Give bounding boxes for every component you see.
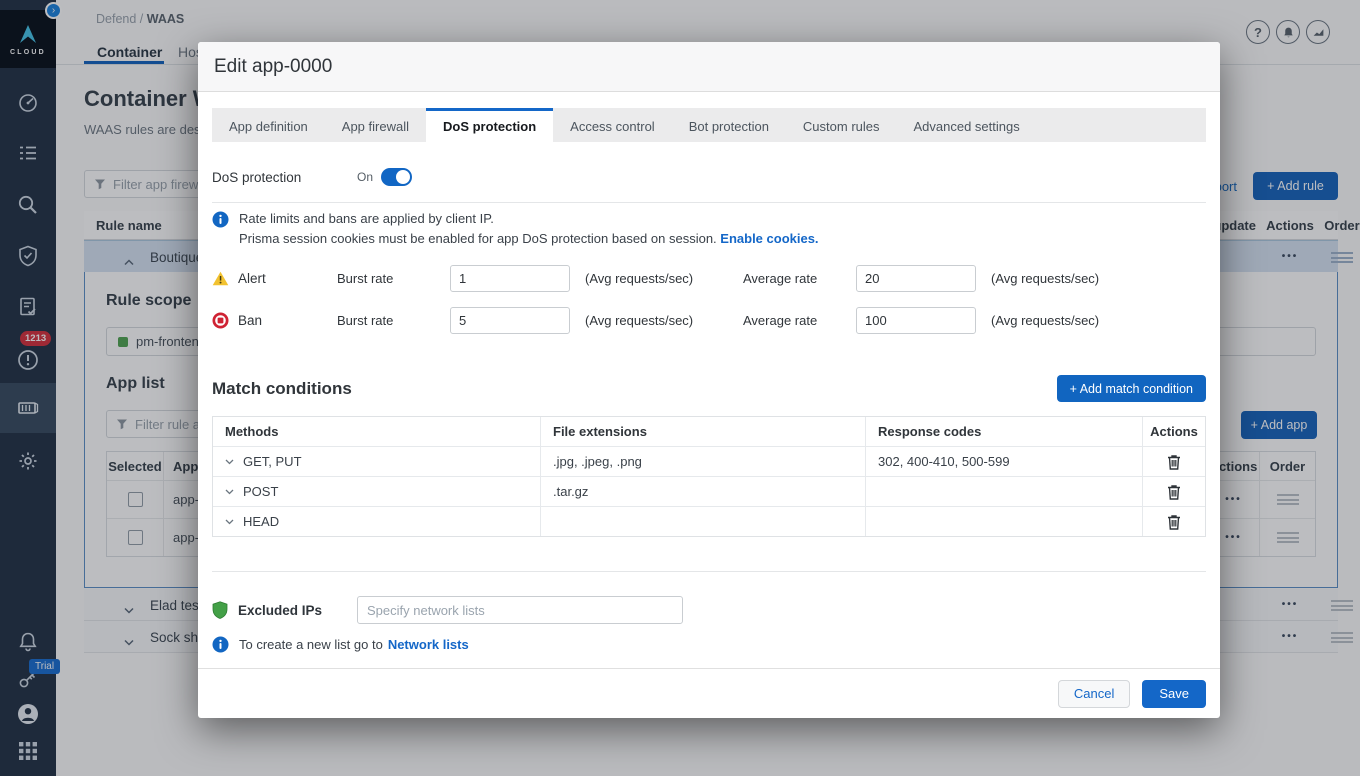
match-row: GET, PUT .jpg, .jpeg, .png 302, 400-410,… — [213, 446, 1205, 476]
tab-dos-protection[interactable]: DoS protection — [426, 108, 553, 142]
ban-icon — [212, 312, 229, 329]
tab-app-definition[interactable]: App definition — [212, 108, 325, 142]
match-conditions-heading: Match conditions — [212, 379, 352, 399]
shield-icon — [212, 601, 228, 619]
ban-row-label: Ban — [238, 313, 262, 328]
divider — [212, 202, 1206, 203]
dos-protection-toggle[interactable] — [381, 168, 412, 186]
burst-rate-label: Burst rate — [337, 271, 450, 286]
ban-burst-rate-input[interactable] — [450, 307, 570, 334]
edit-app-modal: Edit app-0000 App definition App firewal… — [198, 42, 1220, 718]
response-codes-value — [866, 507, 1143, 536]
chevron-down-icon[interactable] — [225, 489, 234, 495]
unit-label: (Avg requests/sec) — [991, 313, 1149, 328]
col-file-extensions: File extensions — [541, 417, 866, 446]
burst-rate-label: Burst rate — [337, 313, 450, 328]
tab-access-control[interactable]: Access control — [553, 108, 672, 142]
add-match-condition-button[interactable]: + Add match condition — [1057, 375, 1206, 402]
delete-icon[interactable] — [1167, 484, 1181, 500]
info-line-1: Rate limits and bans are applied by clie… — [239, 209, 819, 229]
col-methods: Methods — [213, 417, 541, 446]
file-extensions-value: .jpg, .jpeg, .png — [541, 447, 866, 476]
match-row: HEAD — [213, 506, 1205, 536]
col-response-codes: Response codes — [866, 417, 1143, 446]
match-row: POST .tar.gz — [213, 476, 1205, 506]
col-actions: Actions — [1143, 417, 1205, 446]
average-rate-label: Average rate — [743, 313, 856, 328]
file-extensions-value: .tar.gz — [541, 477, 866, 506]
network-lists-link[interactable]: Network lists — [388, 637, 469, 652]
delete-icon[interactable] — [1167, 514, 1181, 530]
toggle-state-label: On — [357, 170, 373, 184]
warning-icon — [212, 271, 229, 286]
unit-label: (Avg requests/sec) — [585, 313, 743, 328]
delete-icon[interactable] — [1167, 454, 1181, 470]
ban-average-rate-input[interactable] — [856, 307, 976, 334]
tab-advanced-settings[interactable]: Advanced settings — [897, 108, 1037, 142]
response-codes-value: 302, 400-410, 500-599 — [866, 447, 1143, 476]
alert-average-rate-input[interactable] — [856, 265, 976, 292]
cancel-button[interactable]: Cancel — [1058, 680, 1130, 708]
average-rate-label: Average rate — [743, 271, 856, 286]
enable-cookies-link[interactable]: Enable cookies. — [720, 231, 818, 246]
dos-protection-label: DoS protection — [212, 170, 357, 185]
network-lists-info: To create a new list go to — [239, 637, 383, 652]
unit-label: (Avg requests/sec) — [585, 271, 743, 286]
alert-burst-rate-input[interactable] — [450, 265, 570, 292]
save-button[interactable]: Save — [1142, 680, 1206, 708]
info-icon — [212, 636, 229, 653]
match-conditions-table: Methods File extensions Response codes A… — [212, 416, 1206, 537]
tab-bot-protection[interactable]: Bot protection — [672, 108, 786, 142]
alert-row-label: Alert — [238, 271, 266, 286]
modal-title: Edit app-0000 — [198, 42, 1220, 92]
info-icon — [212, 211, 229, 228]
divider — [212, 571, 1206, 572]
modal-tab-bar: App definition App firewall DoS protecti… — [212, 108, 1206, 142]
unit-label: (Avg requests/sec) — [991, 271, 1149, 286]
file-extensions-value — [541, 507, 866, 536]
info-line-2: Prisma session cookies must be enabled f… — [239, 231, 717, 246]
excluded-ips-input[interactable] — [357, 596, 683, 624]
methods-value: POST — [243, 484, 278, 499]
methods-value: HEAD — [243, 514, 279, 529]
tab-app-firewall[interactable]: App firewall — [325, 108, 426, 142]
response-codes-value — [866, 477, 1143, 506]
chevron-down-icon[interactable] — [225, 519, 234, 525]
methods-value: GET, PUT — [243, 454, 302, 469]
tab-custom-rules[interactable]: Custom rules — [786, 108, 897, 142]
chevron-down-icon[interactable] — [225, 459, 234, 465]
excluded-ips-label: Excluded IPs — [238, 603, 322, 618]
